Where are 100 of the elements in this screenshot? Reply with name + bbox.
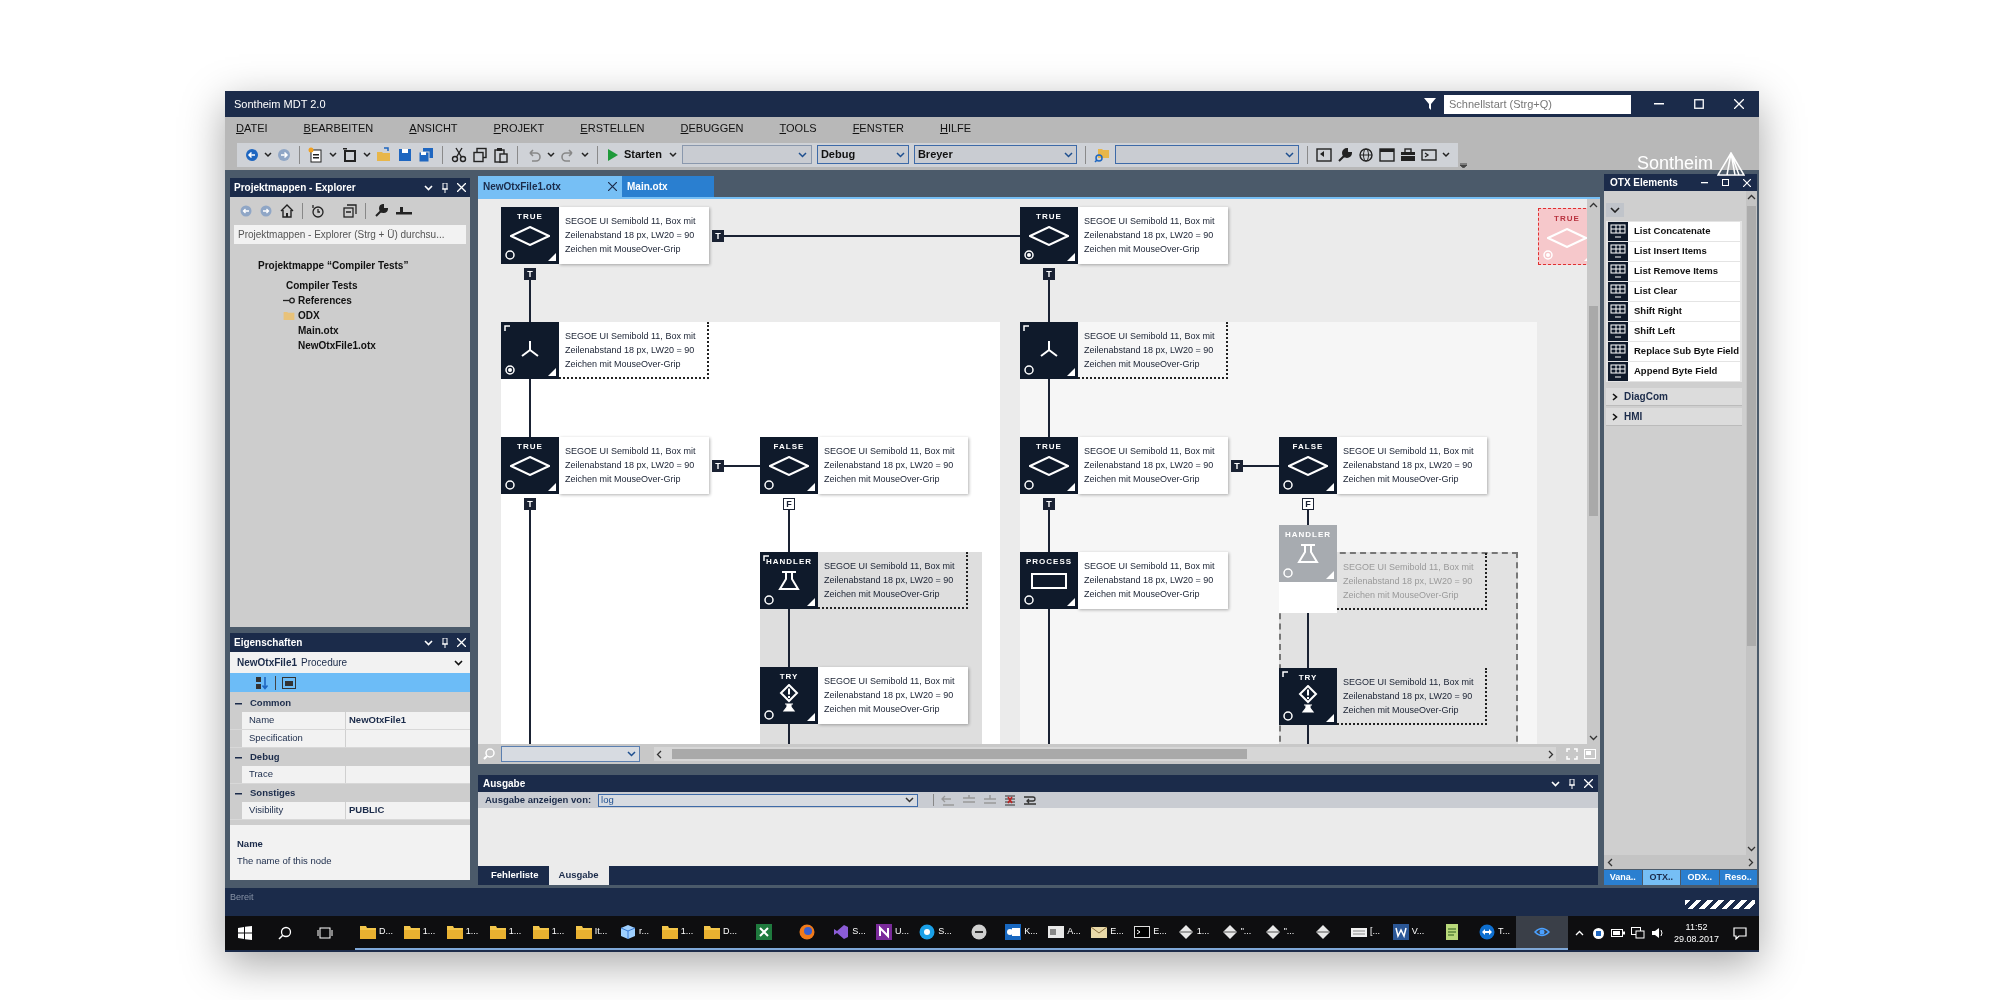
caret-icon[interactable] bbox=[363, 151, 371, 158]
scroll-thumb[interactable] bbox=[1747, 206, 1756, 646]
quick-launch-field[interactable]: Schnellstart (Strg+Q) bbox=[1444, 94, 1631, 114]
port-icon[interactable] bbox=[764, 710, 774, 720]
activity-node[interactable]: FALSE bbox=[1279, 437, 1337, 494]
activity-node[interactable]: TRY bbox=[1279, 668, 1337, 725]
tree-item[interactable]: Compiler Tests bbox=[286, 278, 358, 293]
resize-grip-icon[interactable] bbox=[1067, 253, 1075, 261]
menu-item[interactable]: DEBUGGEN bbox=[680, 119, 744, 137]
taskbar-button[interactable]: S... bbox=[828, 916, 871, 950]
new-project-icon[interactable] bbox=[308, 146, 324, 163]
panel-tab[interactable]: OTX.. bbox=[1642, 870, 1680, 885]
toolbox-group[interactable]: HMI bbox=[1606, 408, 1742, 425]
paste-icon[interactable] bbox=[493, 146, 509, 163]
caret-icon[interactable] bbox=[1441, 151, 1450, 158]
tree-item[interactable]: References bbox=[298, 293, 352, 308]
scroll-down-icon[interactable] bbox=[1589, 735, 1598, 741]
toolbox-item[interactable]: Shift Right bbox=[1608, 302, 1740, 321]
filter-icon[interactable] bbox=[1424, 98, 1436, 110]
taskbar-button[interactable]: "... bbox=[1258, 916, 1301, 950]
toolbox-icon[interactable] bbox=[1399, 146, 1416, 163]
port-icon[interactable] bbox=[1024, 480, 1034, 490]
activity-node[interactable] bbox=[501, 322, 559, 379]
taskbar-button[interactable]: "... bbox=[1215, 916, 1258, 950]
activity-node[interactable]: TRUE bbox=[501, 207, 559, 264]
resize-grip-icon[interactable] bbox=[548, 253, 556, 261]
scroll-right-icon[interactable] bbox=[1748, 857, 1754, 867]
toolbox-item[interactable]: Shift Left bbox=[1608, 322, 1740, 341]
toolbox-item[interactable]: List Insert Items bbox=[1608, 242, 1740, 261]
property-pages-icon[interactable] bbox=[282, 676, 296, 689]
port-icon[interactable] bbox=[764, 595, 774, 605]
collapse-all-icon[interactable] bbox=[343, 204, 357, 218]
notification-icon[interactable] bbox=[1733, 926, 1747, 940]
tray-app-icon[interactable] bbox=[1591, 926, 1605, 940]
activity-node[interactable] bbox=[1020, 322, 1078, 379]
property-value[interactable]: NewOtxFile1 bbox=[346, 712, 470, 729]
panel-tab[interactable]: Vana.. bbox=[1604, 870, 1642, 885]
chevron-down-icon[interactable] bbox=[1551, 780, 1560, 787]
chevron-up-icon[interactable] bbox=[1574, 930, 1584, 936]
activity-node[interactable]: TRUE bbox=[1538, 208, 1587, 265]
activity-node[interactable]: TRUE bbox=[501, 437, 559, 494]
word-wrap-icon[interactable] bbox=[1023, 794, 1038, 806]
category-header[interactable]: Sonstiges bbox=[250, 785, 296, 801]
object-selector[interactable]: NewOtxFile1 Procedure bbox=[230, 652, 470, 673]
taskbar-button[interactable]: 1... bbox=[1172, 916, 1215, 950]
wrench-icon[interactable] bbox=[374, 204, 388, 218]
globe-icon[interactable] bbox=[1357, 146, 1374, 163]
port-icon[interactable] bbox=[505, 480, 515, 490]
start-button[interactable]: Starten bbox=[606, 144, 664, 165]
configuration-combo[interactable]: Debug bbox=[816, 145, 909, 164]
menu-item[interactable]: FENSTER bbox=[852, 119, 904, 137]
battery-icon[interactable] bbox=[1610, 929, 1625, 937]
port-icon[interactable] bbox=[1024, 365, 1034, 375]
toolbox-item[interactable]: Replace Sub Byte Field bbox=[1608, 342, 1740, 361]
taskbar-button[interactable]: r... bbox=[613, 916, 656, 950]
taskbar-button[interactable]: D... bbox=[699, 916, 742, 950]
property-name[interactable]: Trace bbox=[242, 766, 346, 783]
home-icon[interactable] bbox=[280, 204, 294, 218]
editor-tab[interactable]: NewOtxFile1.otx bbox=[478, 176, 622, 197]
network-icon[interactable] bbox=[1630, 927, 1645, 939]
resize-grip-icon[interactable] bbox=[1067, 598, 1075, 606]
find-in-files-icon[interactable] bbox=[1093, 146, 1110, 163]
breakpoint-icon[interactable] bbox=[505, 365, 515, 375]
browser-window-icon[interactable] bbox=[1378, 146, 1395, 163]
caret-icon[interactable] bbox=[264, 151, 272, 158]
speaker-icon[interactable] bbox=[1650, 927, 1664, 939]
taskbar-button[interactable]: 1... bbox=[656, 916, 699, 950]
taskbar-button[interactable]: [... bbox=[1344, 916, 1387, 950]
taskbar-button[interactable]: 1... bbox=[527, 916, 570, 950]
menu-item[interactable]: DATEI bbox=[236, 119, 268, 137]
scroll-up-icon[interactable] bbox=[1747, 194, 1756, 200]
search-combo[interactable] bbox=[1114, 145, 1299, 164]
activity-node[interactable]: HANDLER bbox=[760, 552, 818, 609]
vertical-scrollbar[interactable] bbox=[1587, 199, 1600, 744]
new-item-icon[interactable] bbox=[342, 146, 358, 163]
platform-combo[interactable]: Breyer bbox=[913, 145, 1077, 164]
property-value[interactable]: PUBLIC bbox=[346, 802, 470, 819]
overflow-icon[interactable] bbox=[1459, 163, 1467, 168]
output-source-combo[interactable]: log bbox=[598, 793, 919, 807]
resize-grip-icon[interactable] bbox=[548, 483, 556, 491]
breakpoint-icon[interactable] bbox=[1024, 250, 1034, 260]
resize-grip-icon[interactable] bbox=[1067, 483, 1075, 491]
toolbox-item[interactable]: List Remove Items bbox=[1608, 262, 1740, 281]
port-icon[interactable] bbox=[1024, 595, 1034, 605]
category-header[interactable]: Common bbox=[250, 695, 292, 711]
scroll-right-icon[interactable] bbox=[1548, 749, 1554, 759]
taskbar-button[interactable]: It... bbox=[570, 916, 613, 950]
maximize-icon[interactable] bbox=[1722, 179, 1729, 186]
pin-icon[interactable] bbox=[1569, 778, 1575, 789]
tree-item[interactable]: Main.otx bbox=[298, 323, 339, 338]
property-name[interactable]: Visibility bbox=[242, 802, 346, 819]
scroll-thumb[interactable] bbox=[1589, 306, 1598, 516]
category-header[interactable]: Debug bbox=[250, 749, 280, 765]
resize-grip-icon[interactable] bbox=[548, 368, 556, 376]
open-folder-icon[interactable] bbox=[376, 146, 392, 163]
menu-item[interactable]: BEARBEITEN bbox=[303, 119, 374, 137]
save-all-icon[interactable] bbox=[418, 146, 434, 163]
taskbar-button[interactable]: E... bbox=[1086, 916, 1129, 950]
vertical-scrollbar[interactable] bbox=[1746, 191, 1757, 855]
tree-item[interactable]: NewOtxFile1.otx bbox=[298, 338, 376, 353]
